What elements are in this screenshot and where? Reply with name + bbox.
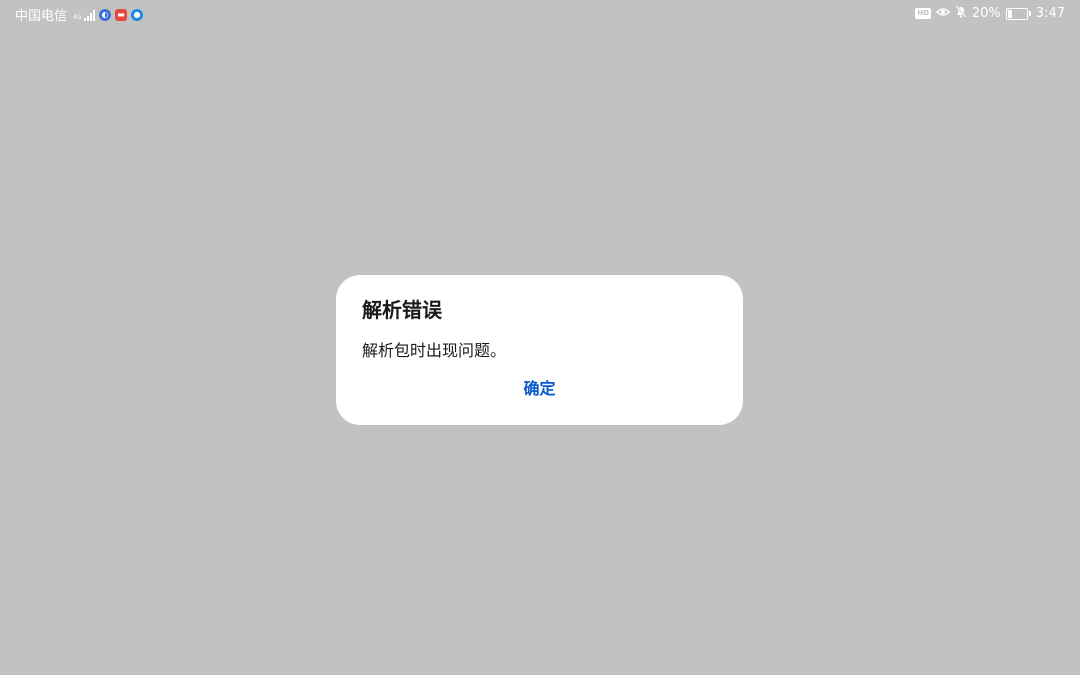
network-type-label: 4G — [73, 13, 82, 21]
status-bar: 中国电信 4G ◐ ▬ ● HD 20% ⚡ 3:47 — [0, 0, 1080, 26]
mute-bell-icon — [955, 5, 967, 22]
app-notification-icon-2: ▬ — [115, 8, 128, 21]
app-notification-icon-3: ● — [131, 8, 144, 21]
error-dialog: 解析错误 解析包时出现问题。 确定 — [336, 275, 743, 425]
clock: 3:47 — [1035, 6, 1065, 21]
app-notification-icon-1: ◐ — [99, 8, 112, 21]
eye-comfort-icon — [935, 6, 950, 21]
carrier-name: 中国电信 — [15, 9, 68, 24]
signal-icon: 4G — [73, 9, 96, 21]
battery-charging-icon: ⚡ — [1005, 7, 1031, 20]
status-bar-right: HD 20% ⚡ 3:47 — [915, 5, 1065, 22]
battery-percent: 20% — [971, 6, 1001, 21]
hd-icon: HD — [915, 8, 931, 19]
status-bar-left: 中国电信 4G ◐ ▬ ● — [15, 5, 144, 24]
dialog-title: 解析错误 — [362, 298, 442, 322]
confirm-button[interactable]: 确定 — [336, 375, 743, 401]
dialog-message: 解析包时出现问题。 — [362, 341, 507, 360]
